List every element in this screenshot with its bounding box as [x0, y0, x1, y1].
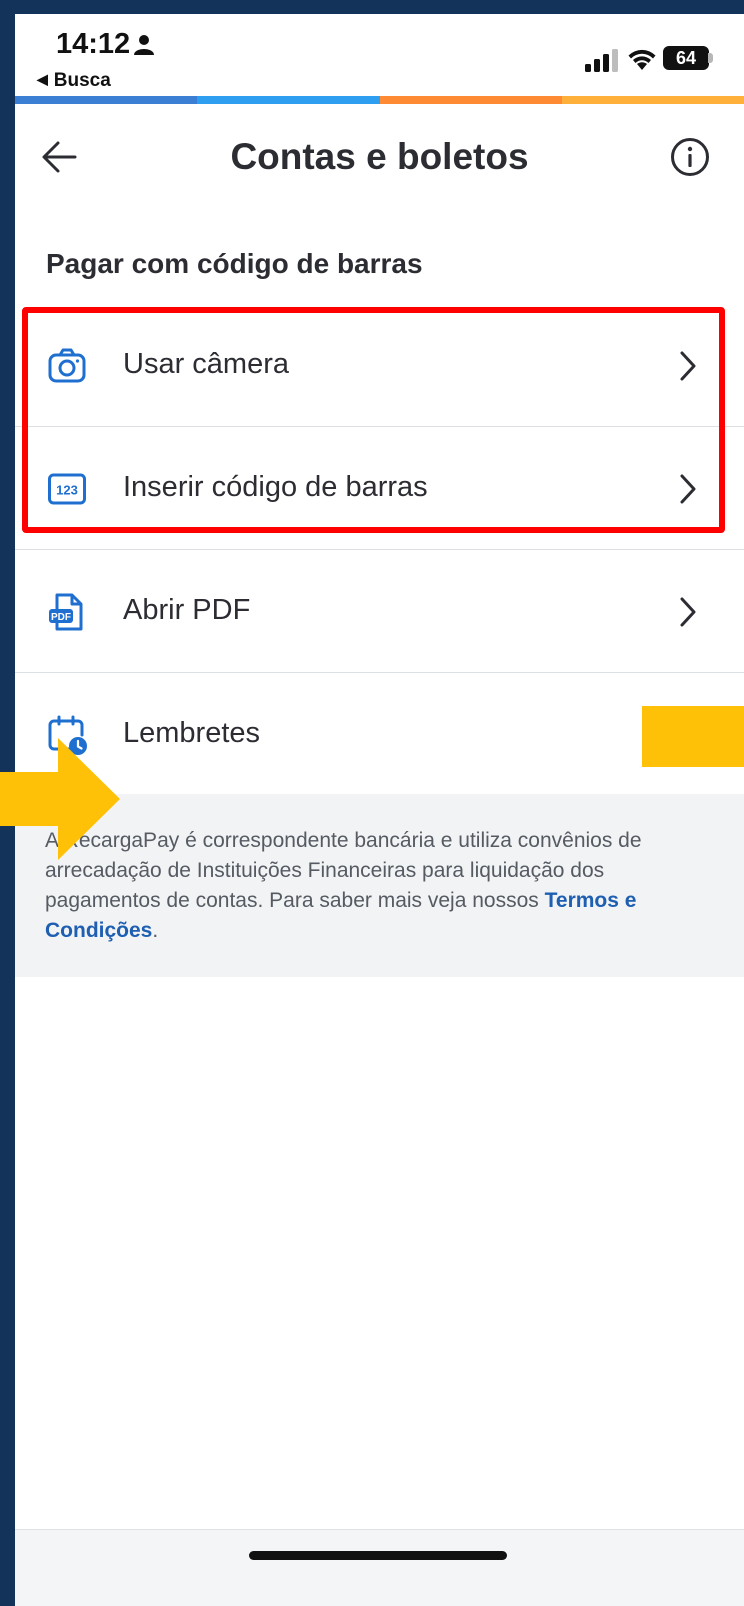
- pdf-icon-text: PDF: [51, 612, 71, 623]
- background-top: [0, 0, 744, 14]
- color-segment: [379, 96, 562, 104]
- status-time: 14:12: [56, 28, 131, 60]
- pdf-file-icon: PDF: [49, 593, 83, 631]
- list-item-open-pdf[interactable]: PDF Abrir PDF: [15, 550, 744, 673]
- home-indicator[interactable]: [249, 1551, 507, 1560]
- color-segment: [197, 96, 380, 104]
- back-app-label: Busca: [53, 70, 111, 91]
- section-title: Pagar com código de barras: [46, 248, 423, 279]
- battery-tip: [708, 53, 713, 63]
- info-icon[interactable]: [670, 137, 710, 177]
- list-item-reminders[interactable]: Lembretes: [15, 673, 744, 796]
- list-item-label: Lembretes: [123, 717, 261, 749]
- list-item-label: Abrir PDF: [123, 594, 251, 626]
- status-bar: 14:12 ◀ Busca 64: [15, 14, 744, 98]
- app-screen: 14:12 ◀ Busca 64 Contas e boletos Pagar …: [15, 14, 744, 1606]
- back-triangle-icon: ◀: [37, 71, 48, 87]
- disclaimer-text-end: .: [152, 919, 159, 942]
- back-to-app-link[interactable]: ◀ Busca: [37, 70, 111, 92]
- page-title: Contas e boletos: [230, 136, 529, 177]
- wifi-icon: [628, 49, 656, 70]
- highlight-box: [22, 307, 725, 533]
- overlay-marker: [642, 706, 744, 767]
- battery-icon: 64: [663, 46, 709, 70]
- disclaimer-box: A RecargaPay é correspondente bancária e…: [15, 794, 744, 977]
- color-segment: [561, 96, 744, 104]
- arrow-pointer-icon: [0, 738, 120, 860]
- color-segment: [15, 96, 198, 104]
- signal-icon: [585, 49, 618, 72]
- page-header: Contas e boletos: [15, 104, 744, 214]
- chevron-right-icon: [680, 597, 696, 627]
- person-icon: [134, 35, 154, 55]
- header-color-bar: [15, 96, 744, 104]
- bottom-bar: [15, 1529, 744, 1606]
- disclaimer-text: A RecargaPay é correspondente bancária e…: [45, 826, 685, 946]
